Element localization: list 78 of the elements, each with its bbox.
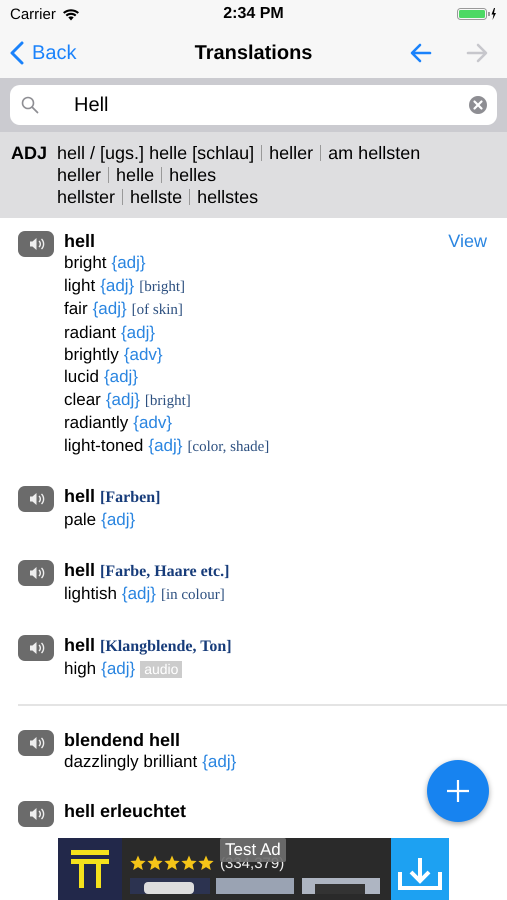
star-icon [147,855,163,871]
word-form: heller [57,164,102,186]
context-note: [Klangblende, Ton] [100,636,232,657]
plus-icon [446,779,470,803]
left-arrow-icon[interactable] [409,41,433,65]
translation: fair [64,298,88,320]
translation: bright [64,252,107,274]
word-form: helles [169,164,216,186]
part-of-speech: {adj} [112,252,146,274]
download-icon [391,838,449,900]
translation: lightish [64,583,117,606]
part-of-speech: {adj} [101,658,136,680]
word-form: helle [116,164,154,186]
headword: hell erleuchtet [64,800,186,823]
speaker-button[interactable] [18,560,54,586]
status-time: 2:34 PM [223,5,284,23]
headword: hell [64,634,96,656]
speaker-button[interactable] [18,730,54,756]
headword: blendend hell [64,728,180,751]
search-field[interactable]: Hell [10,85,497,125]
part-of-speech: {adj} [202,750,236,773]
screen-title: Translations [194,42,312,64]
speaker-button[interactable] [18,231,54,257]
usage-note: [of skin] [132,301,183,320]
chevron-icon [10,41,24,65]
part-of-speech: {adj} [100,274,134,297]
part-of-speech: {adv} [133,412,172,434]
usage-note: [color, shade] [187,438,270,457]
star-icon [181,855,197,871]
translation: clear [64,388,101,411]
app-logo-icon [58,838,122,900]
translation: high [64,658,96,680]
star-icon [198,855,214,871]
word-form: hellster [57,186,116,208]
part-of-speech: {adj} [106,388,140,411]
part-of-speech: {adj} [101,509,136,532]
part-of-speech: {adj} [120,322,156,344]
translation: light [64,274,96,297]
word-form: hellstes [197,186,258,208]
word-form: am hellsten [328,142,420,164]
word-form: hellste [130,186,182,208]
context-note: [Farben] [100,488,160,508]
battery-icon [457,7,497,21]
star-icon [164,855,180,871]
carrier-label: Carrier [10,6,56,22]
part-of-speech: {adj} [92,298,127,320]
view-link[interactable]: View [448,230,487,458]
headword: hell [64,558,96,582]
part-of-speech: {adj} [104,366,138,388]
headword: hell [64,230,96,252]
headword: hell [64,485,96,508]
ad-badge: Test Ad [220,838,286,862]
ad-banner[interactable]: (334,379) Test Ad [58,838,449,900]
context-note: [Farbe, Haare etc.] [100,562,230,582]
translation: lucid [64,366,99,388]
speaker-button[interactable] [18,801,54,828]
part-of-speech: {adj} [122,583,156,606]
usage-note: [bright] [139,278,186,297]
speaker-button[interactable] [18,634,54,661]
part-of-speech: {adv} [124,344,163,366]
part-of-speech-label: ADJ [11,142,48,165]
word-form: heller [269,142,314,164]
search-icon [21,96,39,114]
part-of-speech: {adj} [148,434,182,457]
translation: radiantly [64,412,128,434]
clear-icon[interactable] [469,96,487,114]
translation: pale [64,509,96,532]
translation: brightly [64,344,119,366]
usage-note: [bright] [144,392,191,411]
wifi-icon [62,8,80,20]
word-form: hell / [ugs.] helle [schlau] [57,142,254,164]
translation: dazzlingly brilliant [64,750,198,773]
translation: light-toned [64,434,144,457]
add-button[interactable] [427,760,489,822]
translation: radiant [64,322,116,344]
usage-note: [in colour] [160,586,225,606]
speaker-button[interactable] [18,486,54,512]
star-icon [130,855,146,871]
